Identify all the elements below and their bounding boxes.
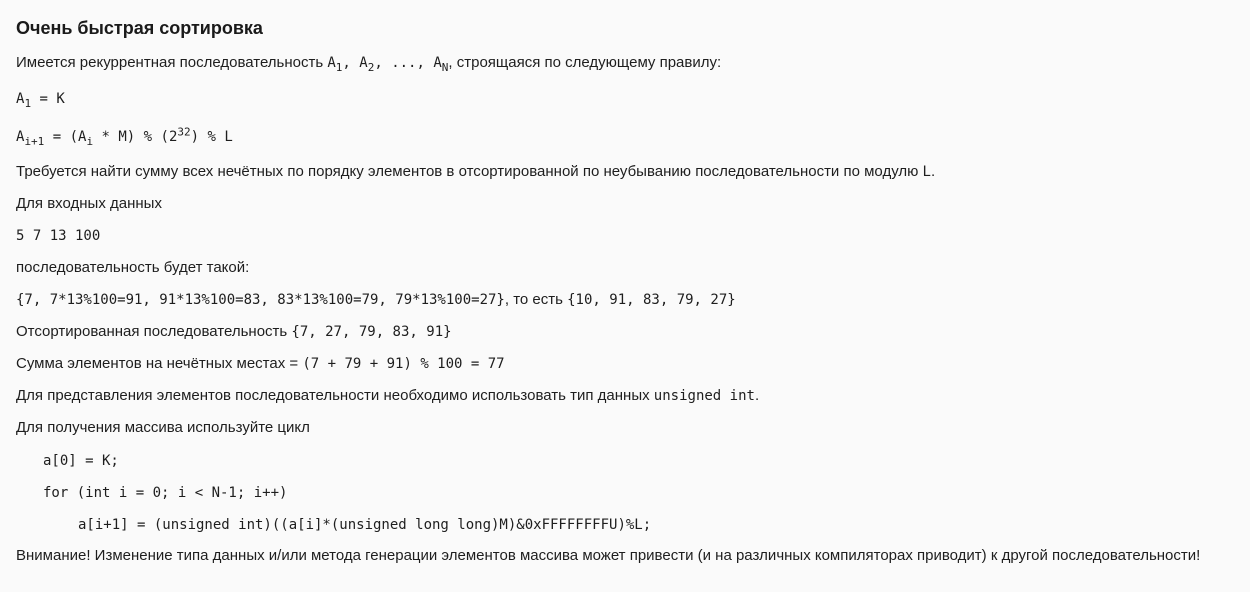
input-label: Для входных данных [16,195,162,212]
loop-label: Для получения массива используйте цикл [16,419,310,436]
code-line-for: for (int i = 0; i < N-1; i++) [43,485,288,501]
code-line-init: a[0] = K; [43,453,119,469]
intro-text: Имеется рекуррентная последовательность [16,54,324,71]
code-line-body: a[i+1] = (unsigned int)((a[i]*(unsigned … [78,517,652,533]
task-statement: Требуется найти сумму всех нечётных по п… [16,163,936,180]
intro-rule-text: , строящаяся по следующему правилу: [448,54,722,71]
sequence-notation: A1, A2, ..., AN [327,55,449,74]
type-note: Для представления элементов последовател… [16,387,760,404]
odd-sum: Сумма элементов на нечётных местах = (7 … [16,355,505,372]
formula-recurrence: Ai+1 = (Ai * M) % (232) % L [16,125,233,148]
data-type: unsigned int [653,388,755,404]
input-values: 5 7 13 100 [16,228,101,244]
warning-note: Внимание! Изменение типа данных и/или ме… [16,547,1201,564]
sequence-label: последовательность будет такой: [16,259,250,276]
modulus-variable: L [922,164,931,180]
formula-initial: A1 = K [16,91,65,110]
sequence-calculation: {7, 7*13%100=91, 91*13%100=83, 83*13%100… [16,291,736,308]
sorted-sequence: Отсортированная последовательность {7, 2… [16,323,452,340]
page-title: Очень быстрая сортировка [16,18,263,38]
intro-line: Имеется рекуррентная последовательность … [16,53,721,73]
